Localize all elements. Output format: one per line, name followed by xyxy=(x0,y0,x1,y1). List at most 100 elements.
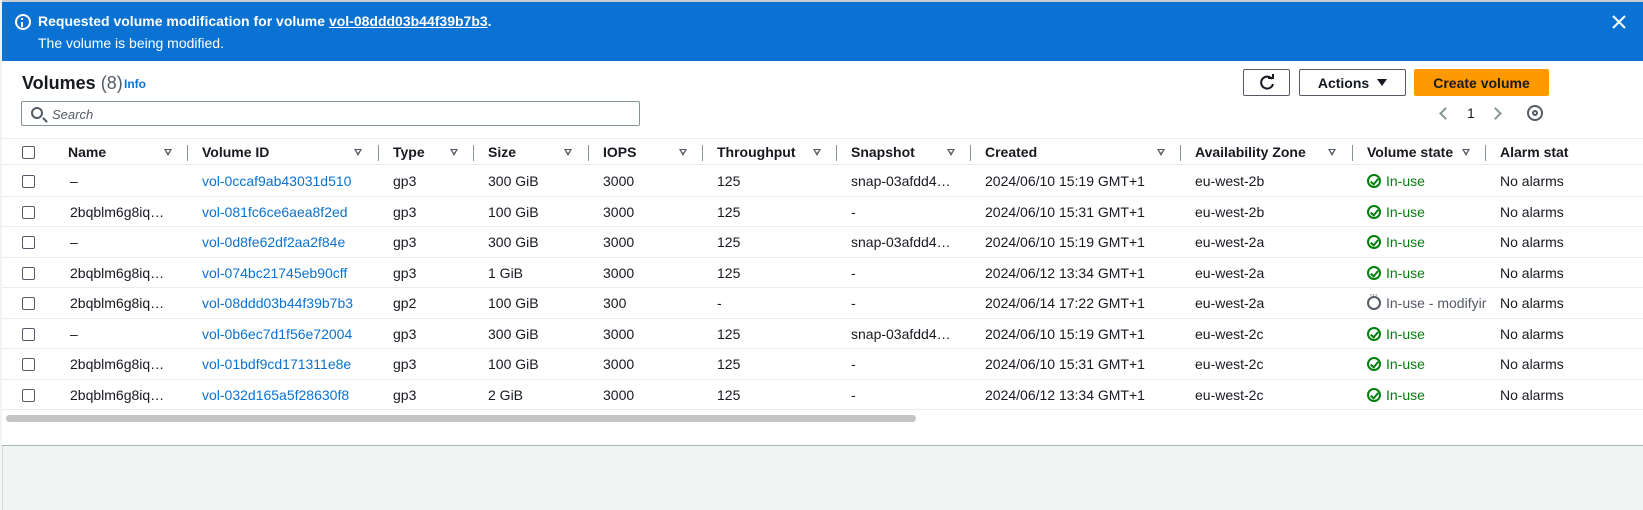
cell-size: 1 GiB xyxy=(488,264,524,281)
cell-id[interactable]: vol-032d165a5f28630f8 xyxy=(202,380,372,410)
column-header-throughput[interactable]: Throughput xyxy=(717,139,796,166)
gear-icon[interactable] xyxy=(1527,105,1543,121)
cell-throughput: 125 xyxy=(717,173,741,189)
sort-icon[interactable] xyxy=(1328,149,1336,156)
column-header-availability-zone[interactable]: Availability Zone xyxy=(1195,139,1306,166)
close-icon[interactable] xyxy=(1609,12,1629,32)
row-checkbox[interactable] xyxy=(22,327,35,341)
column-header-alarm-status[interactable]: Alarm stat xyxy=(1500,139,1568,166)
cell-size: 300 GiB xyxy=(488,325,539,342)
create-volume-button[interactable]: Create volume xyxy=(1414,69,1549,96)
cell-alarm: No alarms xyxy=(1500,386,1564,403)
row-checkbox[interactable] xyxy=(22,175,35,188)
cell-created: 2024/06/10 15:19 GMT+1 xyxy=(985,325,1145,342)
cell-id[interactable]: vol-0b6ec7d1f56e72004 xyxy=(202,319,372,349)
success-icon xyxy=(1367,265,1381,280)
column-divider[interactable] xyxy=(473,145,474,161)
column-divider[interactable] xyxy=(836,145,837,161)
title-text: Volumes xyxy=(22,73,96,93)
sort-icon[interactable] xyxy=(1157,149,1165,156)
success-icon xyxy=(1367,387,1381,402)
sort-icon[interactable] xyxy=(164,149,172,156)
flash-title-suffix: . xyxy=(487,13,492,29)
cell-created: 2024/06/10 15:19 GMT+1 xyxy=(985,173,1145,189)
cell-alarm: No alarms xyxy=(1500,264,1564,281)
column-divider[interactable] xyxy=(970,145,971,161)
cell-az: eu-west-2a xyxy=(1195,264,1265,281)
column-divider[interactable] xyxy=(378,145,379,161)
volume-state: In-use xyxy=(1367,258,1425,288)
sort-icon[interactable] xyxy=(813,149,821,156)
cell-throughput: 125 xyxy=(717,325,741,342)
table-row[interactable]: 2bqblm6g8iq… vol-074bc21745eb90cff gp3 1 Gi… xyxy=(2,258,1643,288)
sort-icon[interactable] xyxy=(947,149,955,156)
column-divider[interactable] xyxy=(1485,145,1486,161)
table-row[interactable]: – vol-0d8fe62df2aa2f84e gp3 300 GiB 3000 125 s… xyxy=(2,227,1643,258)
row-checkbox[interactable] xyxy=(22,236,35,249)
volume-state: In-use xyxy=(1367,380,1425,410)
pending-icon xyxy=(1367,288,1381,310)
row-checkbox[interactable] xyxy=(22,205,35,219)
column-header-snapshot[interactable]: Snapshot xyxy=(851,139,915,166)
cell-id[interactable]: vol-074bc21745eb90cff xyxy=(202,258,372,288)
column-divider[interactable] xyxy=(702,145,703,161)
row-checkbox[interactable] xyxy=(22,358,35,371)
sort-icon[interactable] xyxy=(564,149,572,156)
volumes-panel: Volumes (8) Info Actions Create volume 1 xyxy=(2,61,1643,446)
volume-state-text: In-use xyxy=(1386,386,1425,403)
column-divider[interactable] xyxy=(1180,145,1181,161)
cell-id[interactable]: vol-0ccaf9ab43031d510 xyxy=(202,166,372,196)
actions-button[interactable]: Actions xyxy=(1299,69,1406,96)
cell-id[interactable]: vol-08ddd03b44f39b7b3 xyxy=(202,288,372,318)
cell-created: 2024/06/10 15:31 GMT+1 xyxy=(985,356,1145,372)
column-header-size[interactable]: Size xyxy=(488,139,516,166)
info-link[interactable]: Info xyxy=(124,77,146,91)
table-row[interactable]: 2bqblm6g8iq… vol-08ddd03b44f39b7b3 gp2 100 … xyxy=(2,288,1643,319)
flash-volume-link[interactable]: vol-08ddd03b44f39b7b3 xyxy=(329,13,488,29)
cell-type: gp3 xyxy=(393,234,417,250)
cell-state: In-use xyxy=(1367,349,1492,379)
table-row[interactable]: – vol-0b6ec7d1f56e72004 gp3 300 GiB 3000 125 s… xyxy=(2,319,1643,349)
sort-icon[interactable] xyxy=(450,149,458,156)
chevron-right-icon[interactable] xyxy=(1489,107,1502,120)
cell-created: 2024/06/10 15:31 GMT+1 xyxy=(985,203,1145,220)
cell-id[interactable]: vol-01bdf9cd171311e8e xyxy=(202,349,372,379)
cell-id[interactable]: vol-0d8fe62df2aa2f84e xyxy=(202,227,372,257)
sort-icon[interactable] xyxy=(679,149,687,156)
success-icon xyxy=(1367,326,1381,341)
table-row[interactable]: 2bqblm6g8iq… vol-081fc6ce6aea8f2ed gp3 100 … xyxy=(2,197,1643,227)
cell-iops: 3000 xyxy=(603,234,635,250)
column-header-volume-id[interactable]: Volume ID xyxy=(202,139,269,166)
table-row[interactable]: – vol-0ccaf9ab43031d510 gp3 300 GiB 3000 125 s… xyxy=(2,166,1643,197)
column-divider[interactable] xyxy=(588,145,589,161)
column-header-name[interactable]: Name xyxy=(68,139,106,166)
cell-id[interactable]: vol-081fc6ce6aea8f2ed xyxy=(202,197,372,227)
cell-az: eu-west-2c xyxy=(1195,356,1264,372)
cell-name: 2bqblm6g8iq… xyxy=(70,264,165,281)
success-icon xyxy=(1367,174,1381,188)
refresh-button[interactable] xyxy=(1243,69,1290,96)
column-divider[interactable] xyxy=(187,145,188,161)
refresh-icon xyxy=(1259,73,1274,90)
actions-label: Actions xyxy=(1317,74,1370,91)
table-row[interactable]: 2bqblm6g8iq… vol-032d165a5f28630f8 gp3 2 Gi… xyxy=(2,380,1643,410)
select-all-checkbox[interactable] xyxy=(22,146,35,159)
page-number[interactable]: 1 xyxy=(1467,105,1475,121)
column-header-volume-state[interactable]: Volume state xyxy=(1367,139,1453,166)
table-row[interactable]: 2bqblm6g8iq… vol-01bdf9cd171311e8e gp3 100 … xyxy=(2,349,1643,380)
column-divider[interactable] xyxy=(1352,145,1353,161)
page-title: Volumes (8) xyxy=(22,73,123,94)
cell-state: In-use xyxy=(1367,227,1492,257)
cell-size: 300 GiB xyxy=(488,234,539,250)
horizontal-scrollbar[interactable] xyxy=(6,415,916,422)
column-header-type[interactable]: Type xyxy=(393,139,425,166)
column-header-iops[interactable]: IOPS xyxy=(603,139,636,166)
row-checkbox[interactable] xyxy=(22,266,35,280)
column-header-created[interactable]: Created xyxy=(985,139,1037,166)
row-checkbox[interactable] xyxy=(22,388,35,402)
chevron-left-icon[interactable] xyxy=(1439,107,1452,120)
sort-icon[interactable] xyxy=(1462,149,1470,156)
sort-icon[interactable] xyxy=(354,149,362,156)
search-input[interactable] xyxy=(52,105,632,123)
row-checkbox[interactable] xyxy=(22,297,35,310)
